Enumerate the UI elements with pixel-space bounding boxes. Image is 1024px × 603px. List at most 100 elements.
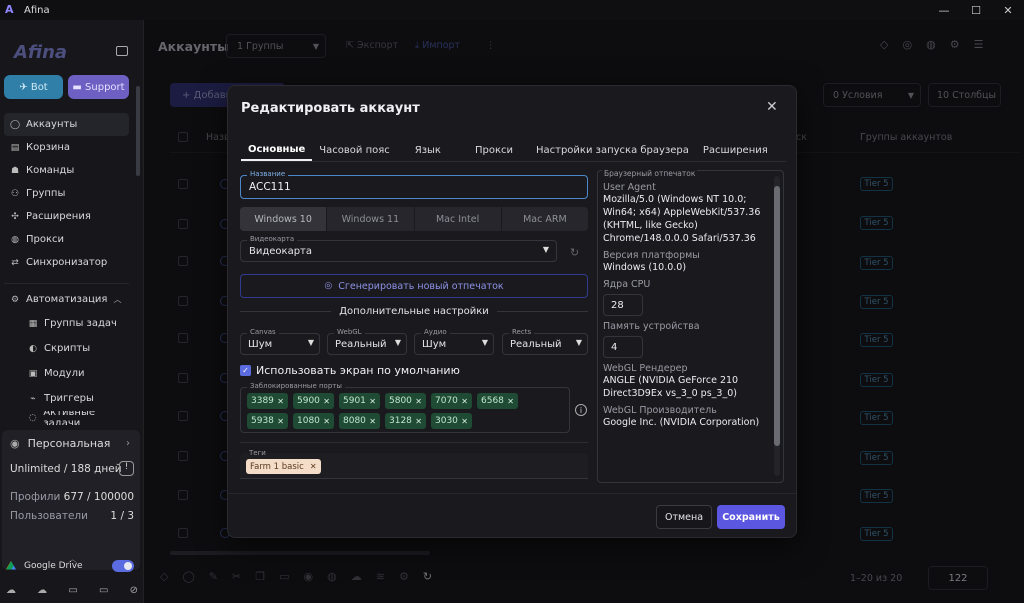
sidebar-item-accounts[interactable]: ◯ Аккаунты (4, 113, 129, 136)
scrollbar-thumb[interactable] (774, 186, 780, 446)
google-drive-row: Google Drive (6, 558, 138, 574)
google-drive-toggle[interactable] (112, 560, 134, 572)
maximize-icon[interactable]: ☐ (960, 0, 992, 20)
sidebar-item-task-groups[interactable]: ▦ Группы задач (4, 311, 129, 336)
folder-download-icon[interactable]: ▭ (99, 585, 108, 596)
cloud-download-icon[interactable]: ☁ (37, 585, 47, 596)
sidebar-scrollbar[interactable] (136, 86, 140, 176)
name-field[interactable]: Название ACC111 (240, 170, 588, 199)
memory-label: Память устройства (603, 321, 700, 332)
google-drive-label: Google Drive (24, 561, 83, 571)
plan-profiles-label: Профили (10, 491, 61, 503)
remove-port-icon[interactable]: ✕ (415, 417, 422, 426)
port-chip: 3389 ✕ (247, 393, 288, 409)
os-mac-arm[interactable]: Mac ARM (502, 207, 588, 231)
info-icon[interactable]: i (575, 404, 587, 416)
sidebar-item-teams[interactable]: ☗ Команды (4, 159, 129, 182)
advanced-settings-label: Дополнительные настройки (339, 306, 489, 317)
remove-tag-icon[interactable]: ✕ (310, 462, 317, 471)
name-field-value: ACC111 (249, 181, 291, 193)
tab-extensions[interactable]: Расширения (696, 139, 775, 161)
cpu-input[interactable]: 28 (603, 294, 643, 316)
webgl-value: Реальный (335, 339, 387, 350)
blocked-ports-chips: 3389 ✕ 5900 ✕ 5901 ✕ 5800 ✕ 7070 ✕ 6568 ✕ 5938 ✕ 1080 ✕… (247, 393, 547, 429)
close-window-icon[interactable]: ✕ (992, 0, 1024, 20)
tag-chip-label: Farm 1 basic (250, 461, 304, 472)
trash-icon: ▤ (10, 142, 20, 153)
brand-logo: Afina (14, 42, 68, 63)
sidebar-item-label: Автоматизация (26, 294, 108, 305)
tab-language[interactable]: Язык (397, 139, 461, 161)
audio-label: Аудио (421, 328, 450, 336)
tab-timezone[interactable]: Часовой пояс (312, 139, 396, 161)
sidebar-item-label: Группы (26, 188, 66, 199)
canvas-select[interactable]: Canvas Шум ▼ (240, 328, 320, 355)
remove-port-icon[interactable]: ✕ (323, 417, 330, 426)
remove-port-icon[interactable]: ✕ (323, 397, 330, 406)
gpu-select-value: Видеокарта (249, 246, 313, 257)
plan-users: Пользователи 1 / 3 (10, 510, 134, 522)
save-button[interactable]: Сохранить (717, 505, 785, 529)
memory-input[interactable]: 4 (603, 336, 643, 358)
os-windows-10[interactable]: Windows 10 (240, 207, 328, 231)
chevron-right-icon[interactable]: › (126, 438, 130, 449)
platform-value: Windows (10.0.0) (603, 262, 687, 273)
dialog-tabs: Основные Часовой пояс Язык Прокси Настро… (241, 139, 775, 161)
bot-button[interactable]: ✈ Bot (4, 75, 63, 99)
port-chip-label: 5938 (251, 416, 274, 426)
sidebar-item-groups[interactable]: ⚇ Группы (4, 182, 129, 205)
cloud-upload-icon[interactable]: ☁ (6, 585, 16, 596)
remove-port-icon[interactable]: ✕ (277, 417, 284, 426)
hide-icon[interactable]: ⊘ (130, 585, 138, 596)
sidebar-item-triggers[interactable]: ⌁ Триггеры (4, 386, 129, 411)
tab-browser-launch[interactable]: Настройки запуска браузера (529, 139, 696, 161)
port-chip: 5938 ✕ (247, 413, 288, 429)
sidebar-item-automation[interactable]: ⚙ Автоматизация ︿ (4, 288, 129, 311)
close-icon[interactable]: ✕ (766, 99, 778, 115)
sidebar-item-label: Скрипты (44, 343, 91, 354)
plan-title[interactable]: ◉ Персональная (10, 437, 110, 450)
os-windows-11[interactable]: Windows 11 (327, 207, 415, 231)
folder-upload-icon[interactable]: ▭ (68, 585, 77, 596)
sidebar-item-extensions[interactable]: ✣ Расширения (4, 205, 129, 228)
minimize-icon[interactable]: — (928, 0, 960, 20)
tab-proxy[interactable]: Прокси (461, 139, 529, 161)
remove-port-icon[interactable]: ✕ (369, 397, 376, 406)
sidebar-item-label: Команды (26, 165, 75, 176)
refresh-icon[interactable]: ↻ (570, 246, 579, 259)
tags-field[interactable]: Теги Farm 1 basic ✕ (240, 449, 588, 479)
blocked-ports-field[interactable]: Заблокированные порты 3389 ✕ 5900 ✕ 5901 ✕ 580… (240, 382, 570, 433)
rects-select[interactable]: Rects Реальный ▼ (502, 328, 588, 355)
sidebar-item-proxies[interactable]: ◍ Прокси (4, 228, 129, 251)
fingerprint-scrollbar[interactable] (774, 176, 780, 476)
sidebar-item-scripts[interactable]: ◐ Скрипты (4, 336, 129, 361)
remove-port-icon[interactable]: ✕ (461, 397, 468, 406)
generate-fingerprint-button[interactable]: ◎ Сгенерировать новый отпечаток (240, 274, 588, 298)
tab-basic[interactable]: Основные (241, 139, 313, 161)
os-mac-intel[interactable]: Mac Intel (415, 207, 502, 231)
sidebar-item-modules[interactable]: ▣ Модули (4, 361, 129, 386)
remove-port-icon[interactable]: ✕ (277, 397, 284, 406)
plan-info-icon[interactable]: ! (119, 461, 134, 476)
remove-port-icon[interactable]: ✕ (461, 417, 468, 426)
support-button[interactable]: ▬ Support (68, 75, 129, 99)
port-chip: 5900 ✕ (293, 393, 334, 409)
sidebar-item-trash[interactable]: ▤ Корзина (4, 136, 129, 159)
cancel-button[interactable]: Отмена (656, 505, 712, 529)
webgl-select[interactable]: WebGL Реальный ▼ (327, 328, 407, 355)
caret-down-icon: ▼ (394, 338, 401, 347)
gpu-select[interactable]: Видеокарта Видеокарта ▼ (240, 235, 557, 262)
tabs-divider (241, 161, 786, 162)
remove-port-icon[interactable]: ✕ (415, 397, 422, 406)
person-icon: ◉ (10, 437, 20, 450)
sidebar-item-active-tasks[interactable]: ◌ Активные задачи (4, 411, 129, 425)
title-bar: A Afina — ☐ ✕ (0, 0, 1024, 20)
sidebar-collapse-icon[interactable] (116, 46, 128, 56)
audio-select[interactable]: Аудио Шум ▼ (414, 328, 494, 355)
tag-chip: Farm 1 basic ✕ (246, 459, 321, 474)
plan-profiles-value: 677 / 100000 (63, 491, 134, 503)
remove-port-icon[interactable]: ✕ (507, 397, 514, 406)
remove-port-icon[interactable]: ✕ (369, 417, 376, 426)
default-screen-checkbox[interactable]: ✓ Использовать экран по умолчанию (240, 364, 460, 377)
sidebar-item-sync[interactable]: ⇄ Синхронизатор (4, 251, 129, 274)
